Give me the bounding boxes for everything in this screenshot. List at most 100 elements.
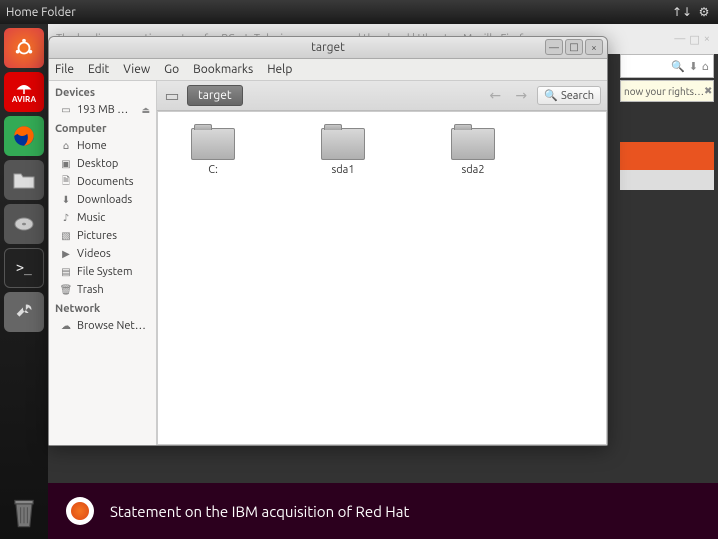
ubuntu-icon [13, 37, 35, 59]
launcher-disk[interactable] [4, 204, 44, 244]
background-rights-text: now your rights… [624, 86, 704, 97]
drive-icon: ▭ [59, 103, 73, 117]
sidebar-item-music[interactable]: ♪Music [49, 209, 156, 227]
nav-back-button[interactable]: ← [485, 86, 505, 106]
launcher-dash[interactable] [4, 28, 44, 68]
minimize-button[interactable]: — [545, 39, 563, 55]
menu-file[interactable]: File [55, 63, 74, 76]
documents-icon: 🗎 [59, 175, 73, 189]
folder-icon [12, 170, 36, 190]
network-icon[interactable]: ↑↓ [674, 4, 690, 20]
filesystem-icon: ▤ [59, 265, 73, 279]
file-manager-window: target — □ × File Edit View Go Bookmarks… [48, 36, 608, 446]
search-button[interactable]: 🔍 Search [537, 86, 601, 105]
window-body: Devices ▭ 193 MB … ⏏ Computer ⌂ Home ▣ Des… [49, 81, 607, 445]
background-gray-strip [620, 170, 714, 190]
sidebar-item-downloads[interactable]: ⬇Downloads [49, 191, 156, 209]
location-drive-icon[interactable]: ▭ [163, 86, 181, 105]
icon-view[interactable]: C: sda1 sda2 [157, 111, 607, 445]
folder-item[interactable]: sda2 [438, 128, 508, 176]
firefox-icon [11, 123, 37, 149]
disk-icon [12, 214, 36, 234]
bg-search-icon[interactable]: 🔍 [671, 60, 685, 73]
top-panel: Home Folder ↑↓ ⚙ [0, 0, 718, 24]
ubuntu-banner[interactable]: Statement on the IBM acquisition of Red … [48, 483, 718, 539]
path-button[interactable]: target [187, 85, 243, 106]
sidebar-item-home[interactable]: ⌂ Home [49, 137, 156, 155]
sidebar-head-computer: Computer [49, 119, 156, 137]
content-area: ▭ target ← → 🔍 Search C: sda1 [157, 81, 607, 445]
launcher-firefox[interactable] [4, 116, 44, 156]
sidebar-item-videos[interactable]: ▶Videos [49, 245, 156, 263]
background-right-strip: 🔍 ⬇ ⌂ now your rights… ✖ [620, 54, 714, 190]
sidebar-item-documents[interactable]: 🗎 Documents [49, 173, 156, 191]
avira-label: AVIRA [12, 96, 36, 104]
menu-view[interactable]: View [123, 63, 150, 76]
ubuntu-roundel-icon [66, 497, 94, 525]
sidebar-label-home: Home [77, 140, 107, 152]
home-icon: ⌂ [59, 139, 73, 153]
background-rights-bar: now your rights… ✖ [620, 80, 714, 102]
sidebar-device-item[interactable]: ▭ 193 MB … ⏏ [49, 101, 156, 119]
trash-icon [10, 497, 38, 529]
window-titlebar[interactable]: target — □ × [49, 37, 607, 59]
bg-home-icon[interactable]: ⌂ [702, 60, 709, 73]
folder-icon [451, 128, 495, 160]
close-button[interactable]: × [585, 39, 603, 55]
nav-forward-button[interactable]: → [511, 86, 531, 106]
music-icon: ♪ [59, 211, 73, 225]
sidebar-head-network: Network [49, 299, 156, 317]
menu-bookmarks[interactable]: Bookmarks [193, 63, 253, 76]
folder-item[interactable]: sda1 [308, 128, 378, 176]
avira-umbrella-icon [15, 80, 33, 96]
folder-label: C: [208, 164, 218, 176]
sidebar-label-desktop: Desktop [77, 158, 118, 170]
background-orange-strip [620, 142, 714, 170]
sidebar-label-trash: Trash [77, 284, 104, 296]
bg-minimize-icon[interactable]: — [674, 33, 685, 46]
sidebar-label-documents: Documents [77, 176, 134, 188]
maximize-button[interactable]: □ [565, 39, 583, 55]
sidebar-item-desktop[interactable]: ▣ Desktop [49, 155, 156, 173]
trash-small-icon: 🗑 [59, 283, 73, 297]
search-label: Search [561, 90, 594, 102]
sidebar-item-browse-network[interactable]: ☁ Browse Net… [49, 317, 156, 335]
background-rights-close-icon[interactable]: ✖ [704, 85, 712, 97]
sidebar-item-trash[interactable]: 🗑 Trash [49, 281, 156, 299]
sidebar-label-browse-network: Browse Net… [77, 320, 146, 332]
eject-icon[interactable]: ⏏ [141, 105, 150, 116]
launcher-avira[interactable]: AVIRA [4, 72, 44, 112]
gear-icon[interactable]: ⚙ [696, 4, 712, 20]
pictures-icon: ▧ [59, 229, 73, 243]
wrench-icon [13, 301, 35, 323]
location-bar: ▭ target ← → 🔍 Search [157, 81, 607, 111]
sidebar-label-videos: Videos [77, 248, 111, 260]
window-title: target [311, 41, 345, 54]
sidebar-item-pictures[interactable]: ▧Pictures [49, 227, 156, 245]
terminal-icon: >_ [16, 261, 32, 276]
launcher-files[interactable] [4, 160, 44, 200]
folder-item[interactable]: C: [178, 128, 248, 176]
folder-icon [191, 128, 235, 160]
sidebar-label-filesystem: File System [77, 266, 133, 278]
desktop-icon: ▣ [59, 157, 73, 171]
launcher: AVIRA >_ [0, 24, 48, 539]
launcher-trash[interactable] [4, 493, 44, 533]
folder-icon [321, 128, 365, 160]
bg-download-icon[interactable]: ⬇ [689, 60, 698, 73]
launcher-settings[interactable] [4, 292, 44, 332]
menu-go[interactable]: Go [164, 63, 179, 76]
sidebar-head-devices: Devices [49, 83, 156, 101]
sidebar-item-filesystem[interactable]: ▤ File System [49, 263, 156, 281]
network-small-icon: ☁ [59, 319, 73, 333]
sidebar-device-label: 193 MB … [77, 104, 128, 116]
bg-maximize-icon[interactable]: □ [689, 33, 699, 46]
menu-help[interactable]: Help [267, 63, 292, 76]
launcher-terminal[interactable]: >_ [4, 248, 44, 288]
panel-title: Home Folder [6, 6, 76, 19]
bg-close-icon[interactable]: × [704, 33, 710, 46]
background-toolbar: 🔍 ⬇ ⌂ [620, 54, 714, 78]
menu-edit[interactable]: Edit [88, 63, 109, 76]
sidebar-label-downloads: Downloads [77, 194, 132, 206]
folder-label: sda2 [461, 164, 484, 176]
